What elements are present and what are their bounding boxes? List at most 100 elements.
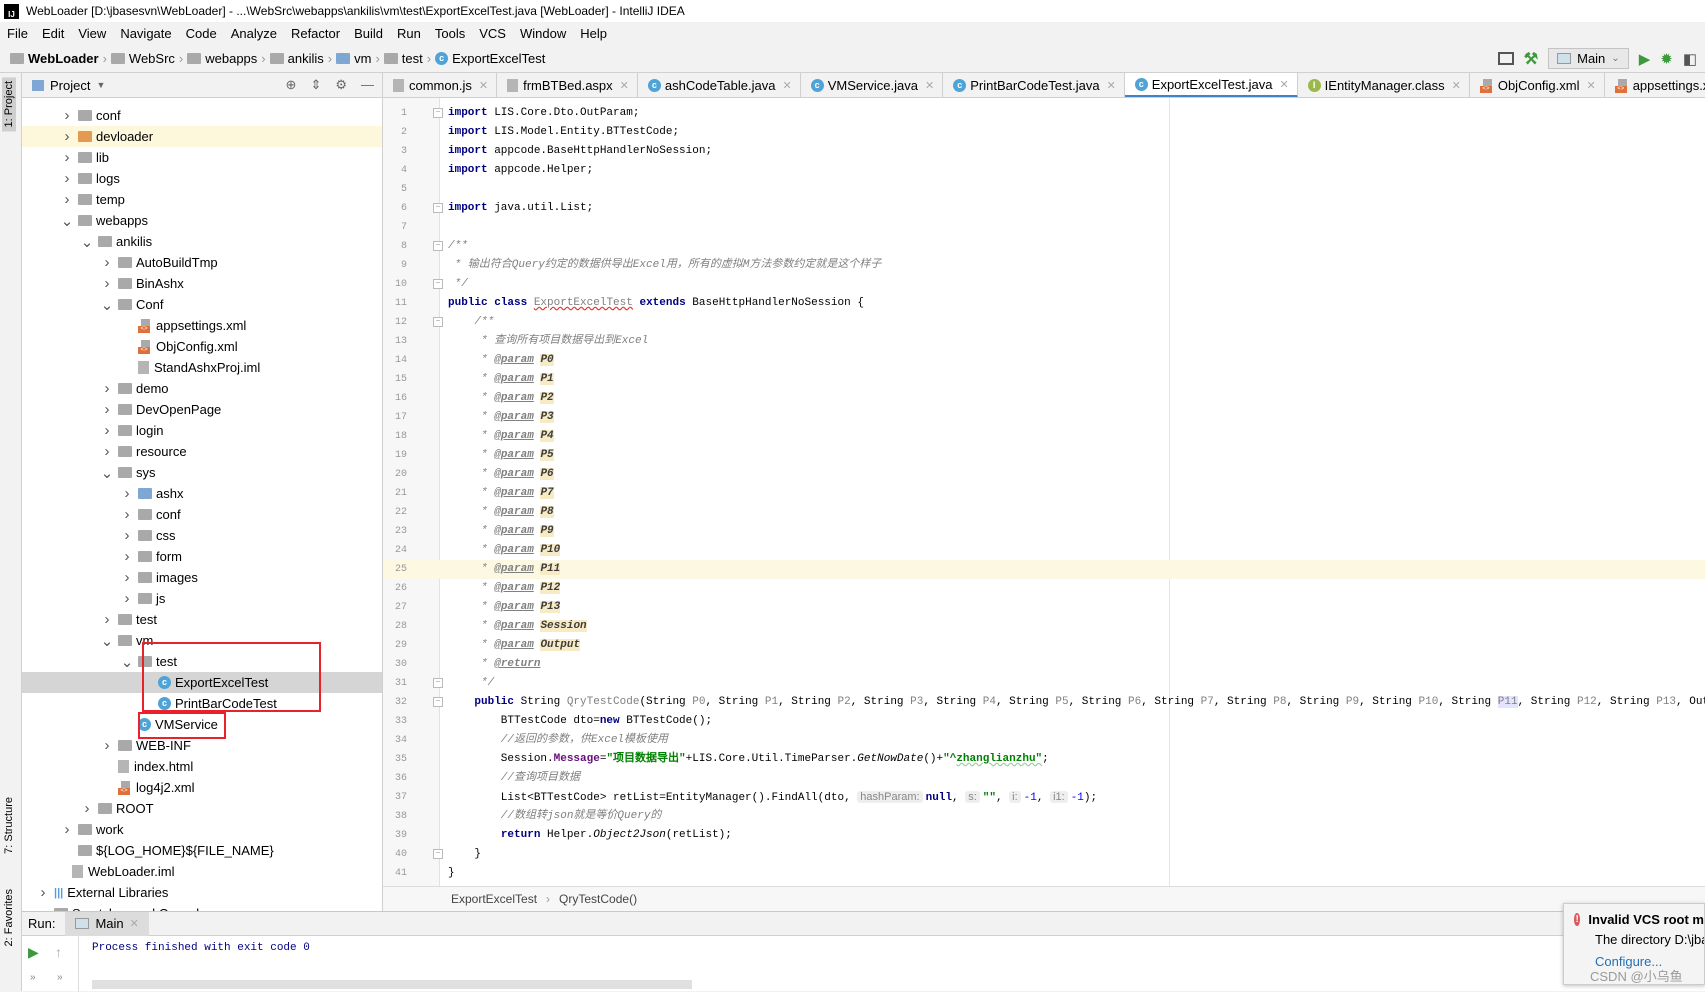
chevron-down-icon[interactable]: ⌄ [100, 464, 114, 482]
tab-frmbtbed-aspx[interactable]: frmBTBed.aspx ✕ [497, 73, 638, 97]
tab-common-js[interactable]: common.js ✕ [383, 73, 498, 97]
code-line[interactable]: 30 * @return [383, 655, 1705, 674]
more-icon[interactable]: » [30, 972, 36, 983]
code-line[interactable]: 11 public class ExportExcelTest extends B… [383, 294, 1705, 313]
tree-item[interactable]: › demo [22, 378, 382, 399]
code-line[interactable]: 22 * @param P8 [383, 503, 1705, 522]
collapse-all-icon[interactable]: ⇕ [310, 77, 321, 93]
code-line[interactable]: 2 import LIS.Model.Entity.BTTestCode; [383, 123, 1705, 142]
layout-icon[interactable] [1497, 52, 1514, 65]
chevron-right-icon[interactable]: › [100, 422, 114, 439]
menu-edit[interactable]: Edit [35, 26, 71, 41]
tree-item[interactable]: ⌄ webapps [22, 210, 382, 231]
code-line[interactable]: 3 import appcode.BaseHttpHandlerNoSession… [383, 142, 1705, 161]
tree-item[interactable]: ⌄ sys [22, 462, 382, 483]
menu-navigate[interactable]: Navigate [113, 26, 178, 41]
menu-refactor[interactable]: Refactor [284, 26, 347, 41]
breadcrumb-item[interactable]: WebLoader › [10, 51, 107, 66]
chevron-down-icon[interactable]: ⌄ [60, 212, 74, 230]
tree-item[interactable]: › DevOpenPage [22, 399, 382, 420]
tree-item[interactable]: › lib [22, 147, 382, 168]
chevron-down-icon[interactable]: ⌄ [120, 653, 134, 671]
breadcrumb-item[interactable]: ankilis › [269, 51, 332, 66]
code-line[interactable]: 18 * @param P4 [383, 427, 1705, 446]
close-icon[interactable]: ✕ [782, 79, 791, 92]
code-line[interactable]: 23 * @param P9 [383, 522, 1705, 541]
tree-item[interactable]: appsettings.xml [22, 315, 382, 336]
chevron-down-icon[interactable]: ⌄ [100, 632, 114, 650]
debug-icon[interactable]: ✹ [1660, 50, 1673, 68]
tree-item[interactable]: › devloader [22, 126, 382, 147]
code-line[interactable]: 32 − public String QryTestCode(String P0,… [383, 693, 1705, 712]
favorites-tool-tab[interactable]: 2: Favorites [2, 885, 16, 950]
structure-tool-tab[interactable]: 7: Structure [2, 793, 16, 858]
code-line[interactable]: 19 * @param P5 [383, 446, 1705, 465]
tree-item[interactable]: › work [22, 819, 382, 840]
menu-help[interactable]: Help [573, 26, 614, 41]
chevron-right-icon[interactable]: › [60, 170, 74, 187]
fold-marker-icon[interactable]: − [433, 108, 443, 118]
tree-item[interactable]: ⌄ ankilis [22, 231, 382, 252]
tab-printbarcodetest-java[interactable]: c PrintBarCodeTest.java ✕ [943, 73, 1125, 97]
chevron-down-icon[interactable]: ⌄ [80, 233, 94, 251]
code-line[interactable]: 35 Session.Message="项目数据导出"+LIS.Core.Uti… [383, 750, 1705, 769]
code-line[interactable]: 14 * @param P0 [383, 351, 1705, 370]
tab-objconfig-xml[interactable]: ObjConfig.xml ✕ [1470, 73, 1605, 97]
rerun-icon[interactable]: ▶ [28, 944, 39, 961]
tab-ientitymanager-class[interactable]: I IEntityManager.class ✕ [1298, 73, 1470, 97]
breadcrumb-item[interactable]: c ExportExcelTest [435, 51, 545, 66]
tree-item[interactable]: › images [22, 567, 382, 588]
code-line[interactable]: 36 //查询项目数据 [383, 769, 1705, 788]
chevron-right-icon[interactable]: › [120, 485, 134, 502]
chevron-right-icon[interactable]: › [60, 149, 74, 166]
chevron-right-icon[interactable]: › [60, 107, 74, 124]
close-icon[interactable]: ✕ [1279, 78, 1288, 91]
tree-item[interactable]: log4j2.xml [22, 777, 382, 798]
tree-item[interactable]: › ROOT [22, 798, 382, 819]
fold-marker-icon[interactable]: − [433, 317, 443, 327]
code-line[interactable]: 13 * 查询所有项目数据导出到Excel [383, 332, 1705, 351]
close-icon[interactable]: ✕ [620, 79, 629, 92]
run-icon[interactable]: ▶ [1639, 50, 1651, 68]
chevron-right-icon[interactable]: › [36, 884, 50, 901]
locate-icon[interactable]: ⊕ [286, 77, 297, 93]
tree-item[interactable]: › temp [22, 189, 382, 210]
code-line[interactable]: 37 List<BTTestCode> retList=EntityManage… [383, 788, 1705, 807]
up-arrow-icon[interactable]: ↑ [55, 944, 62, 960]
chevron-right-icon[interactable]: › [60, 821, 74, 838]
close-icon[interactable]: ✕ [1452, 79, 1461, 92]
tree-item[interactable]: ⌄ Conf [22, 294, 382, 315]
tree-item[interactable]: c PrintBarCodeTest [22, 693, 382, 714]
fold-marker-icon[interactable]: − [433, 203, 443, 213]
code-line[interactable]: 16 * @param P2 [383, 389, 1705, 408]
chevron-right-icon[interactable]: › [100, 254, 114, 271]
tree-item[interactable]: › form [22, 546, 382, 567]
tree-item[interactable]: › ||| External Libraries [22, 882, 382, 903]
chevron-right-icon[interactable]: › [100, 611, 114, 628]
close-icon[interactable]: ✕ [1586, 79, 1595, 92]
tree-item[interactable]: ⌄ vm [22, 630, 382, 651]
hide-icon[interactable]: — [361, 77, 374, 93]
code-line[interactable]: 27 * @param P13 [383, 598, 1705, 617]
code-line[interactable]: 40 − } [383, 845, 1705, 864]
tree-item[interactable]: › BinAshx [22, 273, 382, 294]
tree-item[interactable]: ${LOG_HOME}${FILE_NAME} [22, 840, 382, 861]
fold-marker-icon[interactable]: − [433, 678, 443, 688]
tab-ashcodetable-java[interactable]: c ashCodeTable.java ✕ [638, 73, 801, 97]
chevron-right-icon[interactable]: › [120, 590, 134, 607]
code-editor[interactable]: 1− import LIS.Core.Dto.OutParam; 2 import L… [383, 98, 1705, 886]
horizontal-scrollbar[interactable] [92, 980, 692, 989]
project-tool-tab[interactable]: 1: Project [2, 77, 16, 132]
code-line[interactable]: 25 * @param P11 [383, 560, 1705, 579]
chevron-right-icon[interactable]: › [100, 275, 114, 292]
code-line[interactable]: 12 − /** [383, 313, 1705, 332]
breadcrumb-item[interactable]: WebSrc › [110, 51, 183, 66]
menu-build[interactable]: Build [347, 26, 390, 41]
tree-item[interactable]: › test [22, 609, 382, 630]
coverage-icon[interactable]: ◧ [1683, 50, 1697, 68]
code-line[interactable]: 28 * @param Session [383, 617, 1705, 636]
close-icon[interactable]: ✕ [130, 917, 139, 930]
breadcrumb-item[interactable]: test › [383, 51, 431, 66]
code-line[interactable]: 10 − */ [383, 275, 1705, 294]
breadcrumb-item[interactable]: vm › [336, 51, 380, 66]
